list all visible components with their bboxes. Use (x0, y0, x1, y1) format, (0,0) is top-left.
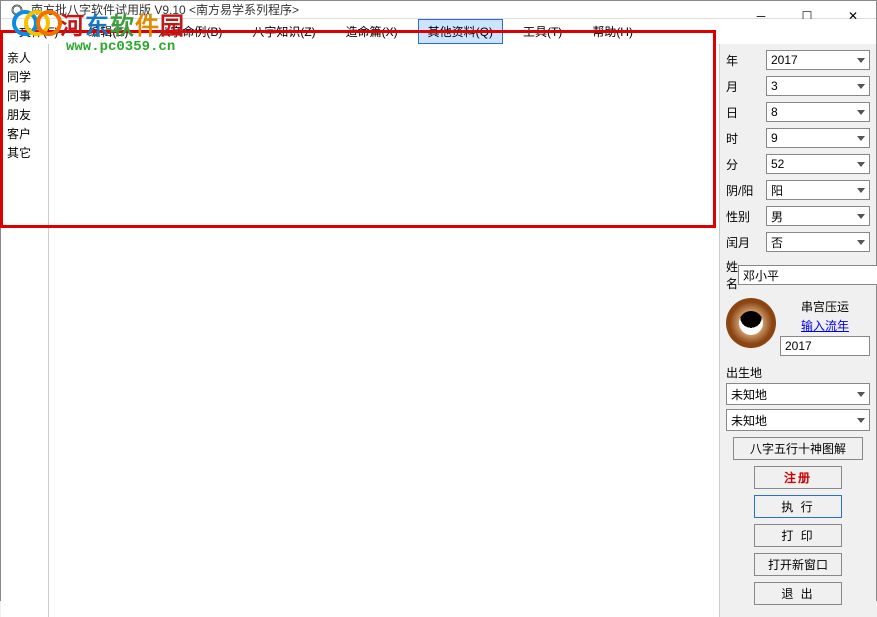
menu-edit[interactable]: 编辑(E) (78, 19, 138, 44)
birthplace-select-2[interactable]: 未知地 (726, 409, 870, 431)
name-label: 姓名 (726, 258, 738, 292)
list-item[interactable]: 客户 (1, 124, 48, 143)
list-item[interactable]: 同事 (1, 86, 48, 105)
bagua-icon (726, 298, 776, 348)
list-item[interactable]: 其它 (1, 143, 48, 162)
titlebar: 南方批八字软件试用版 V9.10 <南方易学系列程序> ─ ☐ ✕ (1, 1, 876, 19)
menu-bazi-knowledge[interactable]: 八字知识(Z) (242, 19, 325, 44)
year-select[interactable]: 2017 (766, 50, 870, 70)
bagua-year-input[interactable] (780, 336, 870, 356)
yinyang-select[interactable]: 阳 (766, 180, 870, 200)
yinyang-label: 阴/阳 (726, 182, 766, 199)
list-item[interactable]: 亲人 (1, 48, 48, 67)
year-label: 年 (726, 52, 766, 69)
main-content (49, 44, 719, 617)
menu-help[interactable]: 帮助(H) (582, 19, 643, 44)
gender-select[interactable]: 男 (766, 206, 870, 226)
minute-select[interactable]: 52 (766, 154, 870, 174)
content-area: 亲人 同学 同事 朋友 客户 其它 年 2017 月 3 日 8 时 (1, 44, 876, 617)
menu-bazi-cases[interactable]: 八字命例(B) (148, 19, 232, 44)
menu-file[interactable]: 文件(F) (9, 19, 68, 44)
birthplace-select-1[interactable]: 未知地 (726, 383, 870, 405)
minute-label: 分 (726, 156, 766, 173)
hour-select[interactable]: 9 (766, 128, 870, 148)
menu-tools[interactable]: 工具(T) (513, 19, 572, 44)
day-select[interactable]: 8 (766, 102, 870, 122)
bagua-title: 串宫压运 (780, 298, 870, 315)
tujie-button[interactable]: 八字五行十神图解 (733, 437, 863, 460)
list-item[interactable]: 朋友 (1, 105, 48, 124)
birthplace-label: 出生地 (726, 364, 870, 381)
menubar: 文件(F) 编辑(E) 八字命例(B) 八字知识(Z) 造命篇(X) 其他资料(… (1, 19, 876, 44)
register-button[interactable]: 注册 (754, 466, 842, 489)
gender-label: 性别 (726, 208, 766, 225)
list-item[interactable]: 同学 (1, 67, 48, 86)
new-window-button[interactable]: 打开新窗口 (754, 553, 842, 576)
main-window: 南方批八字软件试用版 V9.10 <南方易学系列程序> ─ ☐ ✕ 文件(F) … (0, 0, 877, 601)
app-icon (9, 2, 25, 18)
hour-label: 时 (726, 130, 766, 147)
leap-label: 闰月 (726, 234, 766, 251)
leap-select[interactable]: 否 (766, 232, 870, 252)
print-button[interactable]: 打 印 (754, 524, 842, 547)
menu-other-data[interactable]: 其他资料(Q) (418, 19, 503, 44)
execute-button[interactable]: 执 行 (754, 495, 842, 518)
day-label: 日 (726, 104, 766, 121)
left-category-list: 亲人 同学 同事 朋友 客户 其它 (1, 44, 49, 617)
month-select[interactable]: 3 (766, 76, 870, 96)
month-label: 月 (726, 78, 766, 95)
menu-zaoming[interactable]: 造命篇(X) (336, 19, 408, 44)
window-title: 南方批八字软件试用版 V9.10 <南方易学系列程序> (31, 1, 299, 18)
input-year-link[interactable]: 输入流年 (780, 317, 870, 334)
right-panel: 年 2017 月 3 日 8 时 9 分 52 阴/阳 阳 (719, 44, 876, 617)
name-input[interactable] (738, 265, 877, 285)
exit-button[interactable]: 退 出 (754, 582, 842, 605)
